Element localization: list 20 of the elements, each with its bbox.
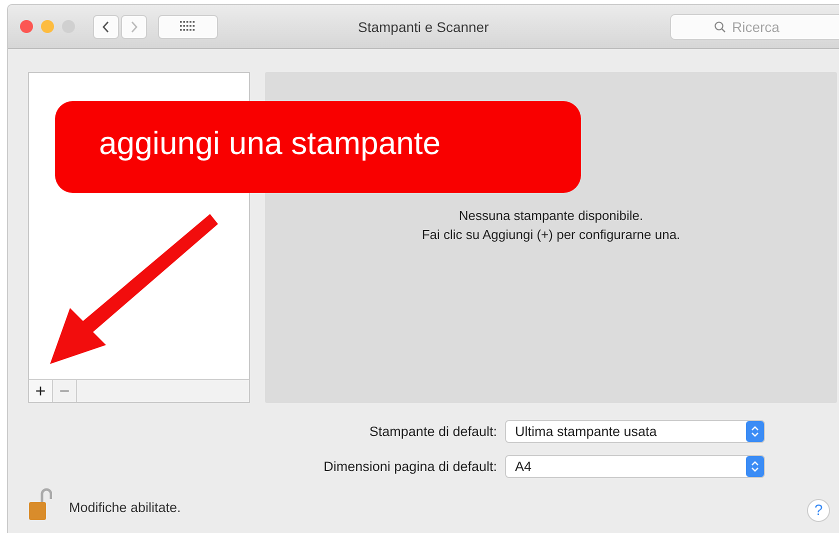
back-button[interactable] — [93, 14, 119, 38]
setting-label: Stampante di default: — [368, 424, 498, 439]
search-field[interactable]: Ricerca — [670, 14, 839, 40]
empty-message: Nessuna stampante disponibile. — [458, 207, 644, 225]
close-button[interactable] — [20, 20, 33, 33]
setting-label: Dimensioni pagina di default: — [322, 459, 498, 474]
stepper-icon — [746, 421, 764, 442]
minimize-button[interactable] — [41, 20, 54, 33]
stepper-icon — [746, 456, 764, 477]
back-icon — [102, 20, 110, 32]
forward-icon — [130, 20, 138, 32]
add-button[interactable]: + — [29, 380, 53, 402]
popup-menu[interactable]: A4 — [505, 455, 765, 478]
show-all-button[interactable] — [158, 14, 218, 38]
lock-status-label: Modifiche abilitate. — [69, 500, 181, 515]
empty-message: Fai clic su Aggiungi (+) per configurarne una. — [422, 226, 680, 244]
popup-menu[interactable]: Ultima stampante usata — [505, 420, 765, 443]
window-title: Stampanti e Scanner — [358, 19, 489, 35]
grid-icon — [180, 20, 196, 32]
annotation-tooltip: aggiungi una stampante — [55, 101, 581, 193]
